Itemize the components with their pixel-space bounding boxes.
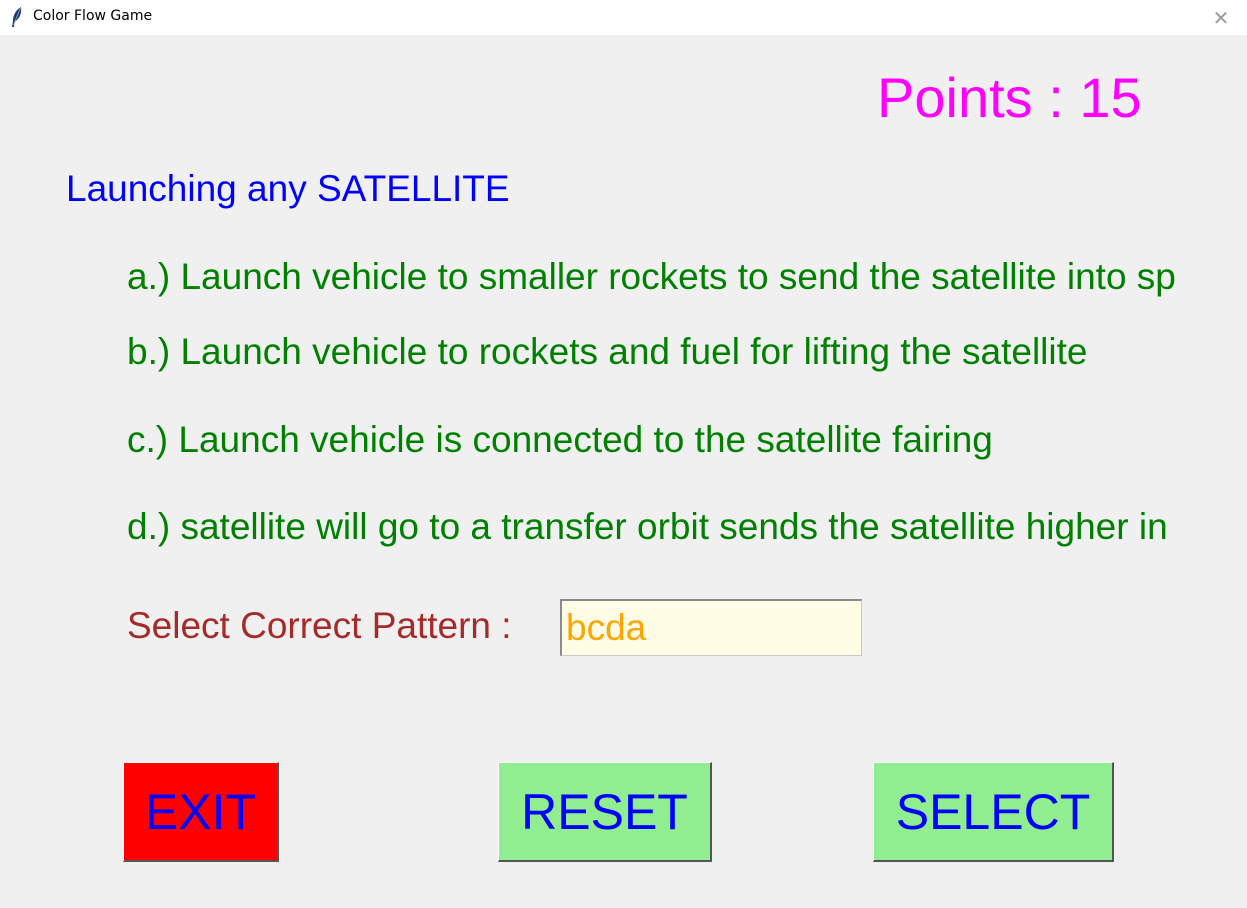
select-button[interactable]: SELECT [873,762,1114,862]
pattern-input[interactable] [560,599,862,656]
close-icon[interactable]: ✕ [1209,6,1233,30]
exit-button[interactable]: EXIT [123,762,279,862]
pattern-label: Select Correct Pattern : [127,605,512,646]
title-bar: Color Flow Game ✕ [0,0,1247,35]
option-b: b.) Launch vehicle to rockets and fuel f… [127,331,1088,372]
window-title: Color Flow Game [33,8,153,24]
option-c: c.) Launch vehicle is connected to the s… [127,419,993,460]
points-label: Points : 15 [877,66,1142,129]
option-a: a.) Launch vehicle to smaller rockets to… [127,256,1176,297]
feather-icon [12,7,22,27]
question-title: Launching any SATELLITE [66,168,510,209]
game-window: Color Flow Game ✕ Points : 15 Launching … [0,0,1247,908]
reset-button[interactable]: RESET [498,762,712,862]
option-d: d.) satellite will go to a transfer orbi… [127,506,1168,547]
